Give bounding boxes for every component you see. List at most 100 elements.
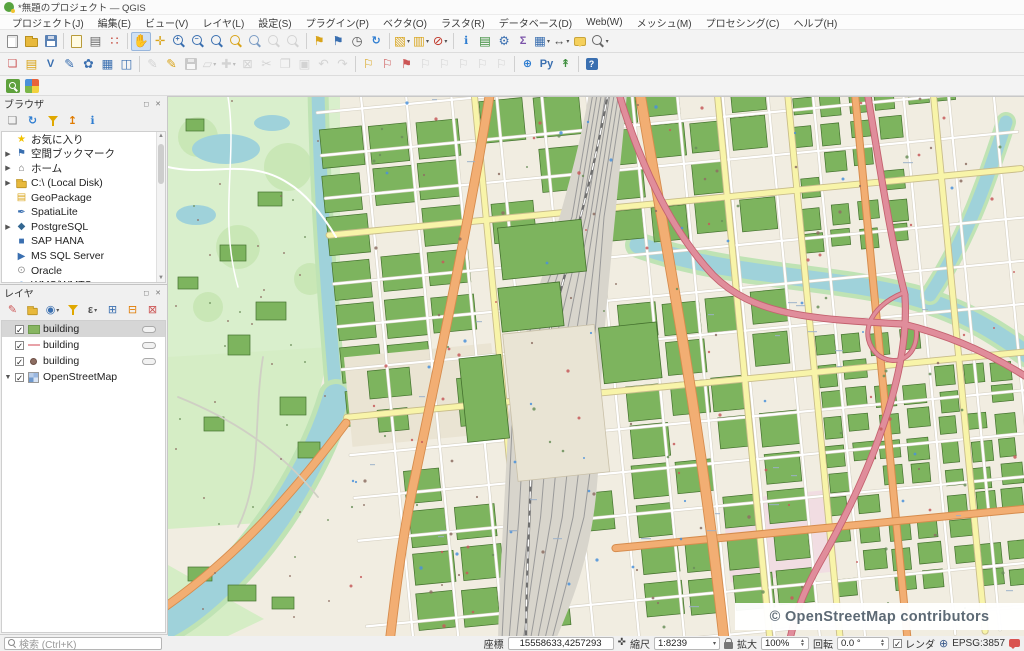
layer-labeling[interactable]: ⚐ [359,55,378,74]
panel-window-controls[interactable]: ◻ ✕ [143,100,163,108]
zoom-in[interactable]: + [170,32,189,51]
expand-all[interactable]: ⊞ [104,302,121,319]
menu-item-5[interactable]: プラグイン(P) [299,15,376,29]
data-source-manager[interactable]: ❏ [3,55,22,74]
browser-item-postgresql[interactable]: ▶ ◆PostgreSQL [2,220,165,235]
zoom-out[interactable]: − [189,32,208,51]
layer-building-line[interactable]: ✓ building [2,337,165,353]
feature-actions[interactable]: ▤ [476,32,495,51]
expand-arrow-icon[interactable]: ▶ [4,150,12,158]
open-project[interactable] [22,32,41,51]
panel-window-controls[interactable]: ◻ ✕ [143,289,163,297]
locator-options[interactable]: ▾ [590,32,610,51]
filter-legend[interactable] [64,302,81,319]
menu-item-10[interactable]: メッシュ(M) [630,15,699,29]
browser-item-ms-sql-server[interactable]: ▶MS SQL Server [2,249,165,264]
manage-map-themes[interactable]: ◉▾ [44,302,61,319]
layer-diagram[interactable]: ⚐ [378,55,397,74]
new-spatial-bookmark[interactable]: ⚑ [310,32,329,51]
filter-browser[interactable] [44,113,61,130]
help-contents[interactable] [582,55,601,74]
browser-item-favorites[interactable]: ★お気に入り [2,132,165,147]
layer-visibility-checkbox[interactable]: ✓ [15,357,24,366]
add-database-layer[interactable]: ✿ [79,55,98,74]
refresh-browser[interactable]: ↻ [24,113,41,130]
browser-scrollbar[interactable]: ▲ ▼ [156,132,165,282]
statistical-summary[interactable]: Σ [514,32,533,51]
expand-arrow-icon[interactable]: ▶ [4,223,12,231]
new-project[interactable] [3,32,22,51]
browser-item-sap-hana[interactable]: ■SAP HANA [2,234,165,249]
style-manager[interactable]: ∷ [105,32,124,51]
browser-item-home[interactable]: ▶ ⌂ホーム [2,161,165,176]
browser-item-geopackage[interactable]: ▤GeoPackage [2,190,165,205]
refresh-map[interactable]: ↻ [367,32,386,51]
metasearch[interactable]: ⊕ [518,55,537,74]
python-console[interactable]: Py [537,55,556,74]
expand-arrow-icon[interactable]: ▶ [4,164,12,172]
quickosm[interactable] [22,76,41,95]
filter-by-expression[interactable]: ε▾ [84,302,101,319]
scroll-down-icon[interactable]: ▼ [157,275,165,281]
menu-item-4[interactable]: 設定(S) [251,15,298,29]
zoom-to-layer[interactable] [246,32,265,51]
layout-manager[interactable]: ▤ [86,32,105,51]
pan-to-selection[interactable]: ✛ [151,32,170,51]
add-vector-layer[interactable]: V [41,55,60,74]
menu-item-2[interactable]: ビュー(V) [138,15,195,29]
map-tips[interactable] [571,32,590,51]
measure[interactable]: ↔▾ [552,32,571,51]
show-spatial-bookmarks[interactable]: ⚑ [329,32,348,51]
layer-building-polygon[interactable]: ✓ building [2,321,165,337]
message-log-icon[interactable] [1009,639,1020,647]
scroll-up-icon[interactable]: ▲ [157,133,165,139]
select-features[interactable]: ▧▾ [393,32,412,51]
open-attribute-table[interactable]: ▦▾ [533,32,552,51]
menu-item-8[interactable]: データベース(D) [492,15,579,29]
layer-visibility-checkbox[interactable]: ✓ [15,325,24,334]
zoom-full-extent[interactable] [208,32,227,51]
crs-status[interactable]: EPSG:3857 [952,638,1005,649]
add-raster-layer[interactable]: ▦ [98,55,117,74]
deselect-features[interactable]: ⊘▾ [431,32,450,51]
open-layer-styling[interactable]: ✎ [4,302,21,319]
layer-indicator-badge[interactable] [142,326,156,333]
identify-features[interactable]: ℹ [457,32,476,51]
map-canvas[interactable]: © OpenStreetMap contributors [168,96,1024,634]
browser-item-spatial-bookmarks[interactable]: ▶ ⚑空間ブックマーク [2,147,165,162]
toggle-editing[interactable]: ✎ [162,55,181,74]
openstreetmap-rendering[interactable] [168,97,1024,636]
temporal-controller[interactable]: ◷ [348,32,367,51]
extents-toggle-icon[interactable]: ✜ [618,638,626,648]
zoom-to-selection[interactable] [227,32,246,51]
new-print-layout[interactable] [67,32,86,51]
add-group[interactable] [24,302,41,319]
menu-item-12[interactable]: ヘルプ(H) [786,15,844,29]
browser-item-oracle[interactable]: ⊙Oracle [2,263,165,278]
browser-item-spatialite[interactable]: ✒SpatiaLite [2,205,165,220]
browser-item-wms-wmts[interactable]: ⊕WMS/WMTS [2,278,165,283]
layer-openstreetmap[interactable]: ▼ ✓ OpenStreetMap [2,369,165,385]
plugin-tool[interactable]: ↟ [556,55,575,74]
processing-toolbox[interactable]: ⚙ [495,32,514,51]
menu-item-11[interactable]: プロセシング(C) [699,15,787,29]
scale-lock-icon[interactable] [724,642,733,649]
expand-arrow-icon[interactable]: ▼ [4,374,12,381]
locator-search-input[interactable]: 検索 (Ctrl+K) [4,637,162,650]
layer-visibility-checkbox[interactable]: ✓ [15,341,24,350]
quickmap-services[interactable] [3,76,22,95]
layer-visibility-checkbox[interactable]: ✓ [15,373,24,382]
pin-labels[interactable]: ⚑ [397,55,416,74]
add-mesh-layer[interactable]: ◫ [117,55,136,74]
expand-arrow-icon[interactable]: ▶ [4,179,12,187]
layer-indicator-badge[interactable] [142,342,156,349]
remove-layer[interactable]: ⊠ [144,302,161,319]
pan-map[interactable]: ✋ [131,32,151,51]
add-selected-layer[interactable]: ❏ [4,113,21,130]
collapse-all-browser[interactable]: ↥ [64,113,81,130]
layer-building-point[interactable]: ✓ building [2,353,165,369]
menu-item-7[interactable]: ラスタ(R) [434,15,492,29]
collapse-all-layers[interactable]: ⊟ [124,302,141,319]
properties-widget[interactable]: ℹ [84,113,101,130]
layer-indicator-badge[interactable] [142,358,156,365]
